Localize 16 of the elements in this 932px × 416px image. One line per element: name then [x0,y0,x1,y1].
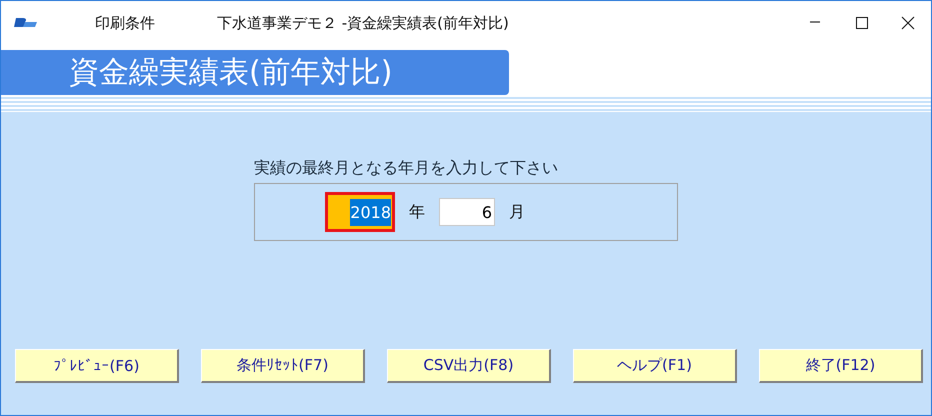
function-button[interactable]: 終了(F12) [759,349,923,383]
function-button[interactable]: CSV出力(F8) [387,349,551,383]
window-title: 下水道事業デモ２ -資金繰実績表(前年対比) [217,14,509,32]
close-icon[interactable] [901,16,915,30]
year-field[interactable]: 2018 [325,192,395,232]
function-button[interactable]: ヘルプ(F1) [573,349,737,383]
month-field[interactable]: 6 [439,198,495,226]
function-button[interactable]: ﾌﾟﾚﾋﾞｭｰ(F6) [15,349,179,383]
function-button[interactable]: 条件ﾘｾｯﾄ(F7) [201,349,365,383]
prompt-text: 実績の最終月となる年月を入力して下さい [254,158,559,179]
page-banner: 資金繰実績表(前年対比) [1,50,509,95]
window-section-label: 印刷条件 [95,14,155,32]
unit-label: 月 [509,202,525,222]
app-logo-icon [13,16,39,30]
unit-label: 年 [409,202,425,222]
maximize-icon[interactable] [855,16,869,30]
